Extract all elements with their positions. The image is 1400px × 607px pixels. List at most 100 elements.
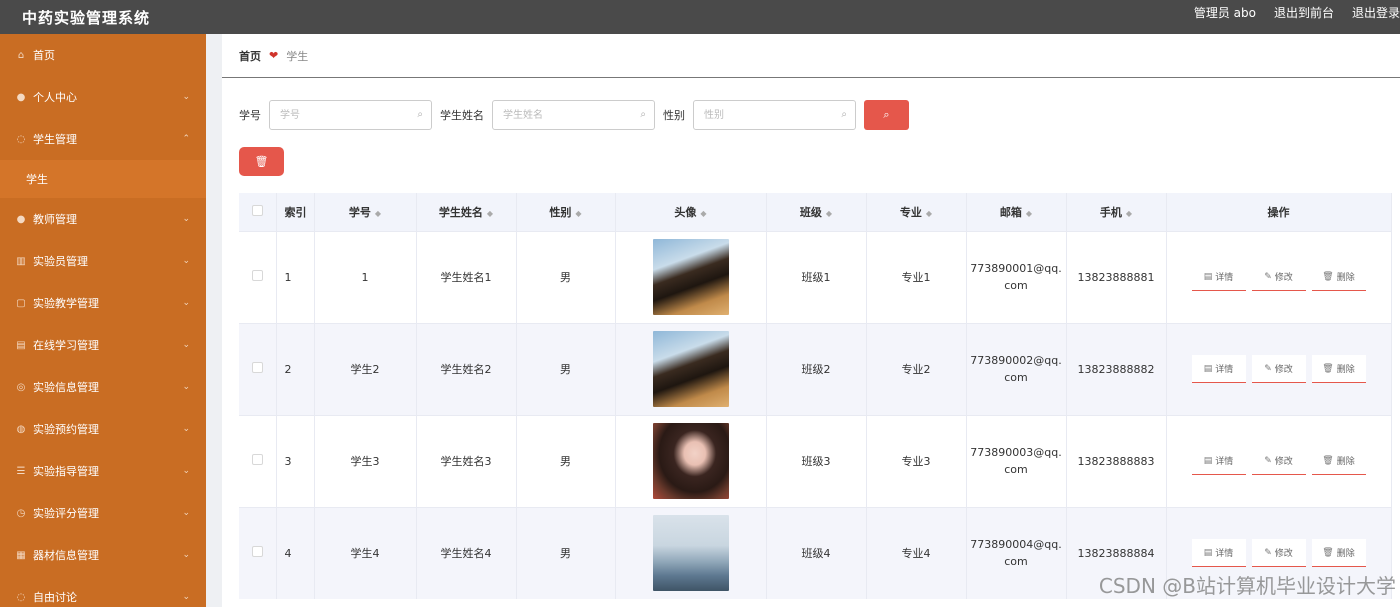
sidebar-item-label: 教师管理: [33, 213, 77, 226]
row-checkbox[interactable]: [251, 270, 263, 281]
select-all-cell: [239, 193, 277, 231]
logout-link[interactable]: 退出登录: [1352, 4, 1400, 21]
sidebar-item-lab-booking[interactable]: ◍ 实验预约管理 ⌄: [0, 408, 206, 450]
search-icon: ⌕: [883, 108, 890, 121]
header-avatar[interactable]: 头像 ◆: [615, 193, 767, 231]
top-header: 中药实验管理系统 管理员 abo 退出到前台 退出登录: [0, 0, 1400, 34]
student-no-field[interactable]: ⌕: [269, 100, 432, 130]
sort-icon[interactable]: ◆: [575, 209, 581, 218]
edit-button[interactable]: ✎ 修改: [1251, 355, 1306, 383]
sidebar-item-lab-guide[interactable]: ☰ 实验指导管理 ⌄: [0, 450, 206, 492]
cell-avatar: [615, 230, 767, 323]
chevron-down-icon: ⌄: [182, 466, 190, 476]
sidebar-item-online-learning[interactable]: ▤ 在线学习管理 ⌄: [0, 324, 206, 366]
student-no-input[interactable]: [280, 101, 410, 129]
cell-gender: 男: [516, 322, 616, 415]
app-title: 中药实验管理系统: [22, 8, 151, 27]
cell-actions: ▤ 详情 ✎ 修改 🗑 删除: [1166, 322, 1392, 415]
chevron-down-icon: ⌄: [182, 340, 190, 350]
row-checkbox[interactable]: [251, 546, 263, 558]
row-checkbox[interactable]: [251, 454, 263, 465]
cell-student-no: 1: [314, 230, 417, 323]
header-gender[interactable]: 性别 ◆: [516, 193, 616, 231]
gender-input[interactable]: [704, 101, 834, 129]
cell-student-no: 学生4: [314, 506, 417, 599]
breadcrumb-home[interactable]: 首页: [239, 48, 261, 64]
gender-field[interactable]: ⌕: [693, 100, 856, 130]
sidebar-item-lab-teaching[interactable]: ▢ 实验教学管理 ⌄: [0, 282, 206, 324]
header-phone[interactable]: 手机 ◆: [1066, 193, 1167, 231]
cell-avatar: [615, 322, 767, 415]
sidebar-item-personal[interactable]: ● 个人中心 ⌄: [0, 76, 206, 118]
sort-icon[interactable]: ◆: [700, 209, 706, 218]
cell-email: 773890004@qq. com: [966, 506, 1067, 599]
select-all-checkbox[interactable]: [251, 204, 263, 216]
header-major[interactable]: 专业 ◆: [866, 193, 967, 231]
name-input[interactable]: [503, 101, 633, 129]
sidebar-item-label: 实验预约管理: [33, 423, 99, 436]
cell-actions: ▤ 详情 ✎ 修改 🗑 删除: [1166, 230, 1392, 323]
sidebar-item-label: 实验评分管理: [33, 507, 99, 520]
cell-name: 学生姓名2: [416, 322, 517, 415]
equipment-icon: ▦: [16, 549, 26, 561]
home-icon: ⌂: [17, 49, 25, 61]
cell-index: 4: [276, 506, 315, 599]
cell-index: 3: [276, 414, 315, 507]
cell-avatar: [615, 506, 767, 599]
sort-icon[interactable]: ◆: [926, 209, 932, 218]
sort-icon[interactable]: ◆: [1126, 209, 1132, 218]
avatar: [652, 331, 729, 407]
sidebar-item-label: 学生: [26, 173, 48, 186]
detail-button[interactable]: ▤ 详情: [1191, 539, 1246, 568]
name-field[interactable]: ⌕: [492, 100, 655, 130]
delete-button[interactable]: 🗑 删除: [1311, 539, 1366, 568]
row-checkbox[interactable]: [251, 362, 263, 373]
header-class[interactable]: 班级 ◆: [766, 193, 867, 231]
header-email[interactable]: 邮箱 ◆: [966, 193, 1067, 231]
cell-index: 1: [276, 230, 315, 323]
sidebar-item-lab-info[interactable]: ◎ 实验信息管理 ⌄: [0, 366, 206, 408]
sidebar-item-lab-staff[interactable]: ▥ 实验员管理 ⌄: [0, 240, 206, 282]
cell-email: 773890003@qq. com: [966, 414, 1067, 507]
avatar: [652, 423, 729, 499]
header-student-no[interactable]: 学号 ◆: [314, 193, 417, 231]
edit-button[interactable]: ✎ 修改: [1251, 447, 1306, 475]
sidebar-item-home[interactable]: ⌂ 首页: [0, 34, 206, 76]
cell-name: 学生姓名1: [416, 230, 517, 323]
front-page-link[interactable]: 退出到前台: [1274, 4, 1334, 21]
clock-icon: ◷: [16, 507, 26, 519]
header-name[interactable]: 学生姓名 ◆: [416, 193, 517, 231]
info-icon: ◎: [16, 381, 26, 393]
sidebar-item-teacher-mgmt[interactable]: ● 教师管理 ⌄: [0, 198, 206, 240]
cell-gender: 男: [516, 414, 616, 507]
sidebar-item-equipment[interactable]: ▦ 器材信息管理 ⌄: [0, 534, 206, 576]
detail-button[interactable]: ▤ 详情: [1191, 355, 1246, 383]
chevron-down-icon: ⌄: [182, 214, 190, 224]
table-header-row: 索引 学号 ◆ 学生姓名 ◆ 性别 ◆ 头像 ◆ 班级 ◆ 专业 ◆ 邮箱 ◆ 手机 ◆ 操作: [239, 193, 1392, 231]
sidebar-item-student[interactable]: 学生: [0, 160, 206, 198]
document-icon: ▤: [1203, 363, 1213, 374]
delete-button[interactable]: 🗑 删除: [1311, 447, 1366, 475]
sort-icon[interactable]: ◆: [375, 209, 381, 218]
sidebar-item-student-mgmt[interactable]: ◌ 学生管理 ⌃: [0, 118, 206, 160]
sidebar-item-discussion[interactable]: ◌ 自由讨论 ⌄: [0, 576, 206, 607]
detail-button[interactable]: ▤ 详情: [1191, 447, 1246, 475]
sort-icon[interactable]: ◆: [826, 209, 832, 218]
trash-icon: 🗑: [1322, 271, 1334, 282]
breadcrumb-current: 学生: [286, 49, 309, 63]
sort-icon[interactable]: ◆: [1026, 209, 1032, 218]
pencil-icon: ✎: [1264, 271, 1272, 282]
sidebar-item-label: 自由讨论: [33, 591, 77, 604]
batch-delete-button[interactable]: 🗑: [239, 147, 284, 176]
detail-button[interactable]: ▤ 详情: [1191, 263, 1246, 291]
edit-button[interactable]: ✎ 修改: [1251, 263, 1306, 291]
delete-button[interactable]: 🗑 删除: [1311, 263, 1366, 291]
chevron-down-icon: ⌄: [182, 424, 190, 434]
edit-button[interactable]: ✎ 修改: [1251, 539, 1306, 568]
delete-button[interactable]: 🗑 删除: [1311, 355, 1366, 383]
sidebar-item-lab-scoring[interactable]: ◷ 实验评分管理 ⌄: [0, 492, 206, 534]
cell-major: 专业1: [866, 230, 967, 323]
sort-icon[interactable]: ◆: [487, 209, 493, 218]
chat-icon: ◌: [16, 591, 26, 603]
search-button[interactable]: ⌕: [864, 100, 909, 130]
